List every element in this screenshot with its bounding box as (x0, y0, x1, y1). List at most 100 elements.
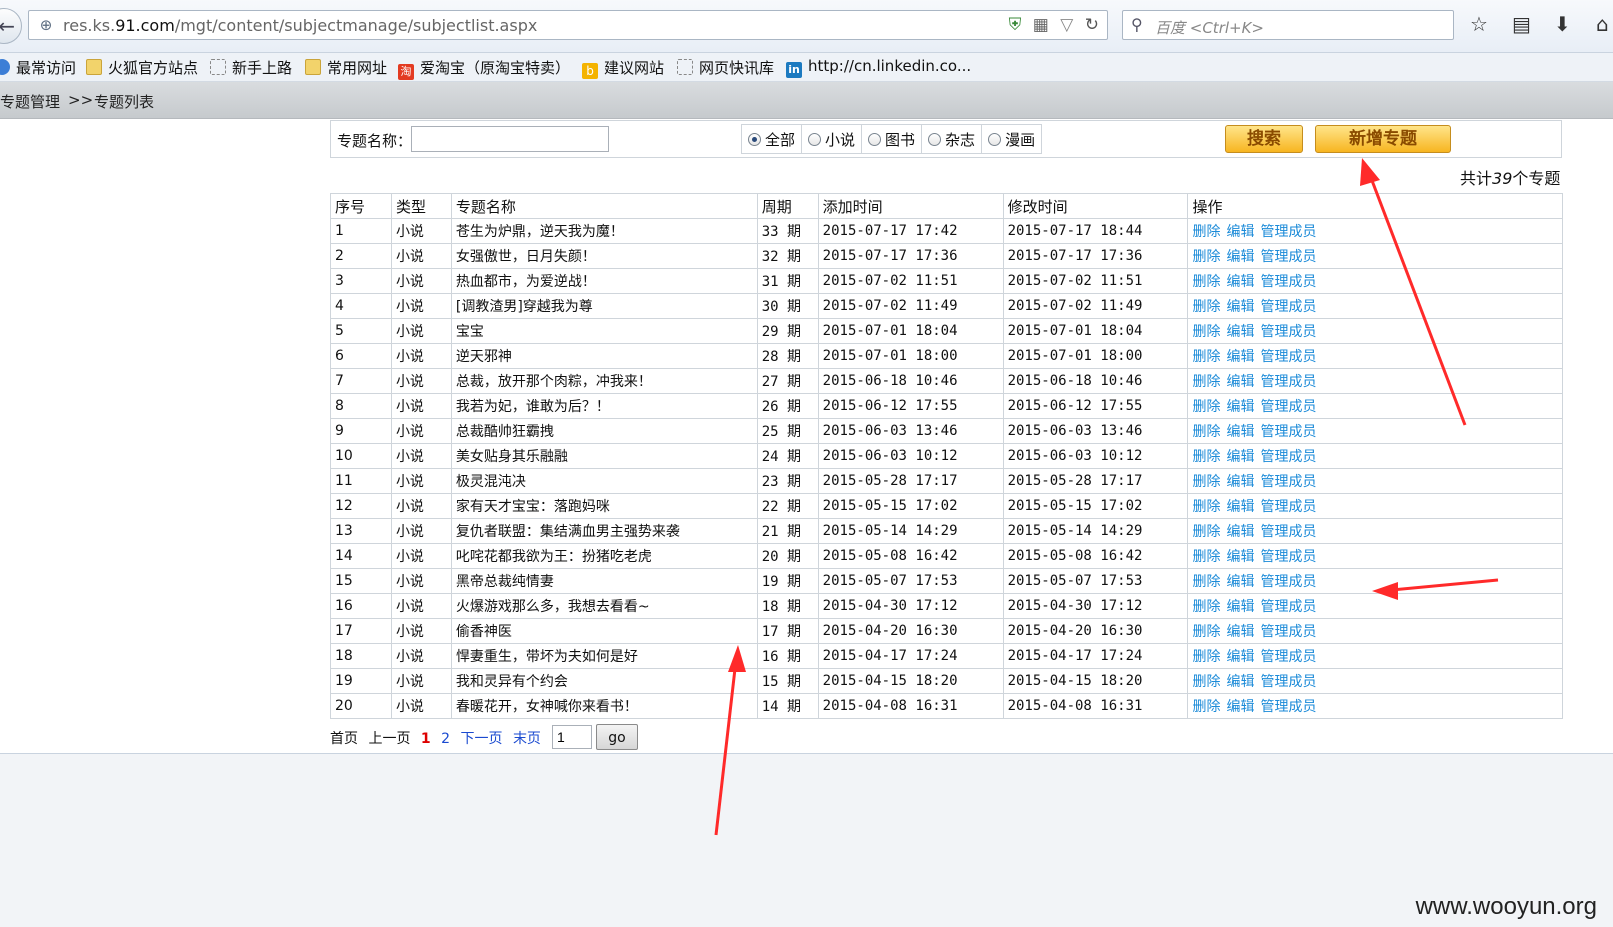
manage-members-link[interactable]: 管理成员 (1260, 424, 1316, 440)
bookmark-getting-started[interactable]: 新手上路 (210, 57, 292, 78)
radio-book[interactable]: 图书 (862, 125, 923, 153)
manage-members-link[interactable]: 管理成员 (1260, 624, 1316, 640)
delete-link[interactable]: 删除 (1192, 674, 1220, 690)
delete-link[interactable]: 删除 (1192, 474, 1220, 490)
reading-list-icon[interactable]: ▤ (1512, 12, 1554, 36)
manage-members-link[interactable]: 管理成员 (1260, 649, 1316, 665)
manage-members-link[interactable]: 管理成员 (1260, 299, 1316, 315)
delete-link[interactable]: 删除 (1192, 524, 1220, 540)
manage-members-link[interactable]: 管理成员 (1260, 474, 1316, 490)
pager-page-2[interactable]: 2 (441, 731, 450, 747)
bookmark-aitaobao[interactable]: 淘爱淘宝（原淘宝特卖） (398, 57, 570, 80)
delete-link[interactable]: 删除 (1192, 649, 1220, 665)
delete-link[interactable]: 删除 (1192, 374, 1220, 390)
refresh-icon[interactable]: ↻ (1085, 15, 1099, 35)
manage-members-link[interactable]: 管理成员 (1260, 349, 1316, 365)
star-icon[interactable]: ☆ (1470, 12, 1512, 36)
pager-next[interactable]: 下一页 (460, 731, 502, 747)
breadcrumb-root[interactable]: 专题管理 (0, 91, 60, 112)
address-bar[interactable]: ⊕ res.ks.91.com/mgt/content/subjectmanag… (28, 10, 1108, 40)
edit-link[interactable]: 编辑 (1226, 324, 1254, 340)
edit-link[interactable]: 编辑 (1226, 524, 1254, 540)
edit-link[interactable]: 编辑 (1226, 649, 1254, 665)
bookmark-suggested-sites[interactable]: b 建议网站 (582, 57, 664, 79)
pager-last[interactable]: 末页 (513, 731, 541, 747)
delete-link[interactable]: 删除 (1192, 574, 1220, 590)
edit-link[interactable]: 编辑 (1226, 249, 1254, 265)
home-icon[interactable]: ⌂ (1596, 12, 1613, 36)
edit-link[interactable]: 编辑 (1226, 349, 1254, 365)
download-icon[interactable]: ⬇ (1554, 12, 1596, 36)
delete-link[interactable]: 删除 (1192, 349, 1220, 365)
page-number-input[interactable] (552, 725, 592, 749)
delete-link[interactable]: 删除 (1192, 274, 1220, 290)
edit-link[interactable]: 编辑 (1226, 499, 1254, 515)
manage-members-link[interactable]: 管理成员 (1260, 249, 1316, 265)
delete-link[interactable]: 删除 (1192, 224, 1220, 240)
cell-actions: 删除 编辑 管理成员 (1187, 593, 1563, 619)
delete-link[interactable]: 删除 (1192, 249, 1220, 265)
manage-members-link[interactable]: 管理成员 (1260, 699, 1316, 715)
pager-prev[interactable]: 上一页 (368, 731, 410, 747)
cell-type: 小说 (390, 518, 452, 544)
radio-magazine[interactable]: 杂志 (922, 125, 983, 153)
bookmark-common-sites[interactable]: 常用网址 (305, 57, 387, 78)
bookmark-most-visited[interactable]: 最常访问 (0, 57, 76, 78)
radio-comic[interactable]: 漫画 (982, 125, 1041, 153)
manage-members-link[interactable]: 管理成员 (1260, 549, 1316, 565)
edit-link[interactable]: 编辑 (1226, 224, 1254, 240)
radio-all[interactable]: 全部 (742, 125, 803, 153)
pager-first[interactable]: 首页 (330, 731, 358, 747)
delete-link[interactable]: 删除 (1192, 624, 1220, 640)
edit-link[interactable]: 编辑 (1226, 474, 1254, 490)
manage-members-link[interactable]: 管理成员 (1260, 324, 1316, 340)
shield-icon[interactable]: ⛨ (1009, 15, 1022, 35)
manage-members-link[interactable]: 管理成员 (1260, 524, 1316, 540)
delete-link[interactable]: 删除 (1192, 299, 1220, 315)
cell-modified: 2015-05-15 17:02 (1002, 493, 1189, 519)
manage-members-link[interactable]: 管理成员 (1260, 274, 1316, 290)
delete-link[interactable]: 删除 (1192, 499, 1220, 515)
delete-link[interactable]: 删除 (1192, 449, 1220, 465)
delete-link[interactable]: 删除 (1192, 599, 1220, 615)
add-subject-button[interactable]: 新增专题 (1315, 125, 1451, 153)
edit-link[interactable]: 编辑 (1226, 299, 1254, 315)
back-arrow-icon[interactable]: ← (0, 8, 22, 44)
qr-icon[interactable]: ▦ (1033, 15, 1049, 35)
edit-link[interactable]: 编辑 (1226, 674, 1254, 690)
delete-link[interactable]: 删除 (1192, 324, 1220, 340)
dropdown-icon[interactable]: ▽ (1060, 15, 1073, 35)
bookmark-web-slices[interactable]: 网页快讯库 (677, 57, 774, 78)
manage-members-link[interactable]: 管理成员 (1260, 674, 1316, 690)
manage-members-link[interactable]: 管理成员 (1260, 599, 1316, 615)
delete-link[interactable]: 删除 (1192, 399, 1220, 415)
search-button[interactable]: 搜索 (1225, 125, 1303, 153)
edit-link[interactable]: 编辑 (1226, 549, 1254, 565)
bookmark-linkedin[interactable]: in http://cn.linkedin.co... (786, 57, 971, 78)
delete-link[interactable]: 删除 (1192, 549, 1220, 565)
manage-members-link[interactable]: 管理成员 (1260, 374, 1316, 390)
delete-link[interactable]: 删除 (1192, 699, 1220, 715)
subject-name-input[interactable] (411, 126, 609, 152)
manage-members-link[interactable]: 管理成员 (1260, 449, 1316, 465)
edit-link[interactable]: 编辑 (1226, 574, 1254, 590)
manage-members-link[interactable]: 管理成员 (1260, 499, 1316, 515)
delete-link[interactable]: 删除 (1192, 424, 1220, 440)
manage-members-link[interactable]: 管理成员 (1260, 224, 1316, 240)
edit-link[interactable]: 编辑 (1226, 274, 1254, 290)
edit-link[interactable]: 编辑 (1226, 599, 1254, 615)
edit-link[interactable]: 编辑 (1226, 374, 1254, 390)
edit-link[interactable]: 编辑 (1226, 449, 1254, 465)
radio-novel[interactable]: 小说 (802, 125, 863, 153)
manage-members-link[interactable]: 管理成员 (1260, 574, 1316, 590)
cell-type: 小说 (390, 393, 452, 419)
bookmark-firefox-site[interactable]: 火狐官方站点 (86, 57, 198, 78)
manage-members-link[interactable]: 管理成员 (1260, 399, 1316, 415)
edit-link[interactable]: 编辑 (1226, 424, 1254, 440)
browser-search-box[interactable]: ⚲ 百度 <Ctrl+K> (1122, 10, 1454, 40)
edit-link[interactable]: 编辑 (1226, 699, 1254, 715)
go-button[interactable]: go (596, 724, 638, 750)
search-icon: ⚲ (1131, 15, 1143, 34)
edit-link[interactable]: 编辑 (1226, 624, 1254, 640)
edit-link[interactable]: 编辑 (1226, 399, 1254, 415)
